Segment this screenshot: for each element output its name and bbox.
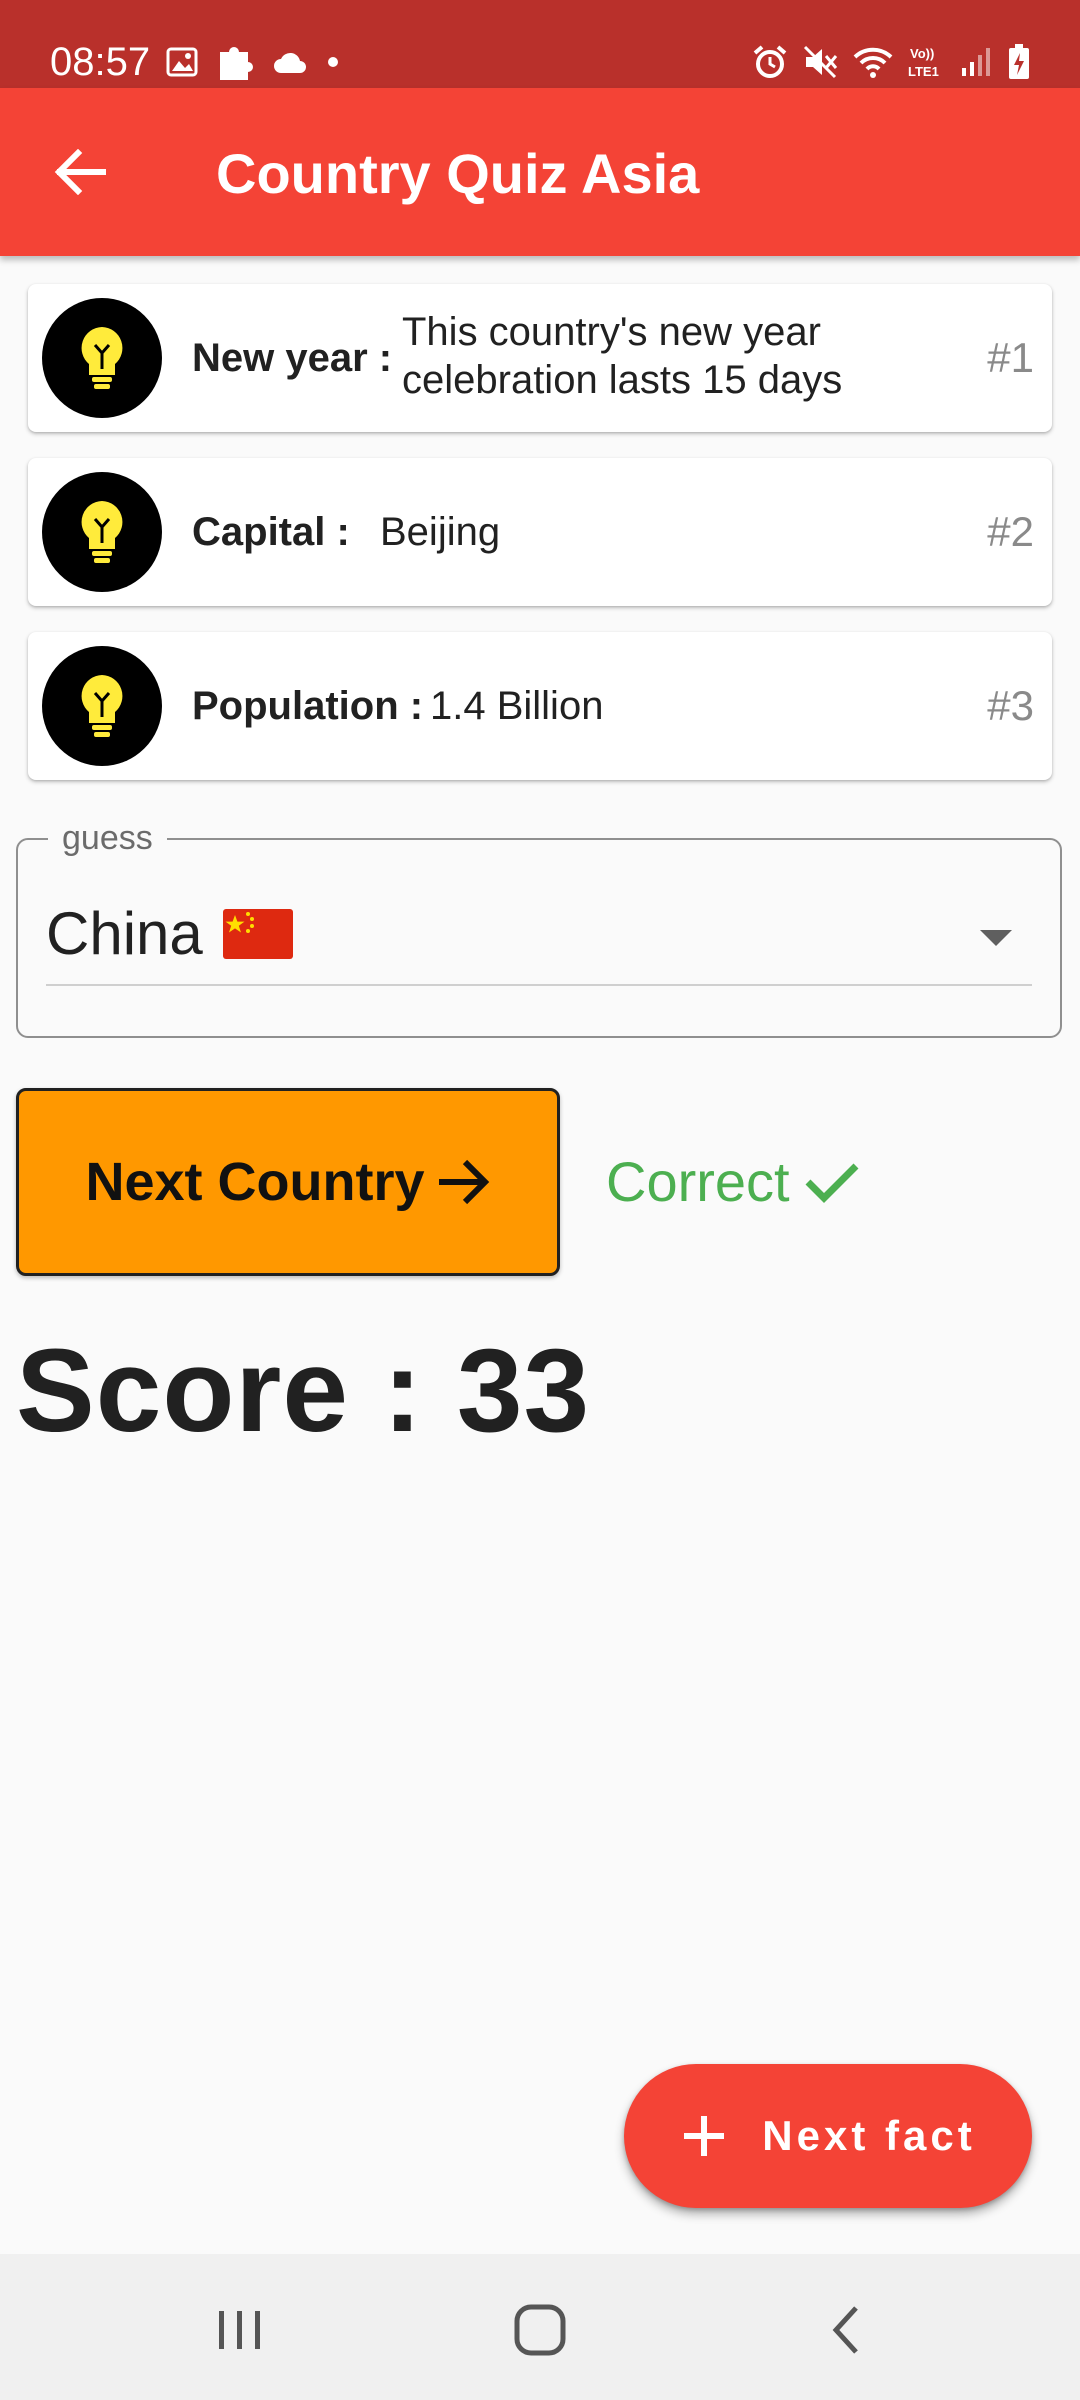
lightbulb-icon [81,675,123,737]
home-button[interactable] [480,2282,600,2378]
svg-text:LTE1: LTE1 [908,64,939,79]
recent-apps-icon [219,2311,260,2349]
fact-card-new-year: New year : This country's new year celeb… [28,284,1052,432]
guess-selected-value: China [46,898,293,970]
wifi-icon [853,47,893,78]
fact-label: Population : [192,684,424,728]
recent-apps-button[interactable] [180,2282,300,2378]
guess-selected-text: China [46,900,203,967]
result-label: Correct [606,1150,790,1213]
system-navigation-bar [0,2254,1080,2400]
home-icon [514,2304,566,2356]
status-right-icons: Vo)) LTE1 [752,42,1030,82]
alarm-icon [753,45,787,78]
back-button[interactable] [40,132,120,212]
arrow-back-icon [54,149,106,195]
next-country-button[interactable]: Next Country [16,1088,560,1276]
result-status: Correct [606,1150,860,1214]
fact-value: This country's new year [402,310,821,354]
guess-dropdown[interactable]: guess China [16,818,1062,1038]
fact-number: #3 [987,682,1034,729]
guess-label: guess [48,818,167,858]
add-icon [684,2116,725,2156]
check-icon [805,1163,859,1203]
fact-number: #2 [987,508,1034,555]
signal-icon [962,48,990,76]
avatar [42,646,162,766]
fact-value: 1.4 Billion [430,684,604,728]
fact-value: Beijing [380,510,501,554]
volte-lte-icon: Vo)) LTE1 [908,46,939,79]
dot-icon [328,57,338,67]
china-flag-icon [222,909,293,959]
divider [46,984,1032,986]
system-back-button[interactable] [786,2282,906,2378]
status-time: 08:57 [50,40,151,84]
puzzle-icon [220,46,253,80]
fact-label: New year : [192,336,393,380]
lightbulb-icon [81,501,123,563]
fact-number: #1 [987,334,1034,381]
cloud-icon [274,52,306,73]
fact-card-capital: Capital : Beijing #2 [28,458,1052,606]
score-text: Score : 33 [16,1325,591,1457]
battery-charging-icon [1009,44,1029,79]
image-icon [166,47,198,77]
dropdown-arrow-icon[interactable] [980,930,1012,946]
chevron-left-icon [832,2306,858,2354]
status-bar: 08:57 Vo)) LTE1 [0,0,1080,88]
status-left-icons [166,42,340,82]
next-fact-label: Next fact [762,2112,976,2159]
fact-label: Capital : [192,510,350,554]
next-country-label: Next Country [85,1152,425,1212]
lightbulb-icon [81,327,123,389]
fact-card-population: Population : 1.4 Billion #3 [28,632,1052,780]
avatar [42,298,162,418]
screen: 08:57 Vo)) LTE1 Country Quiz Asia New ye… [0,0,1080,2400]
arrow-forward-icon [438,1159,489,1205]
mute-icon [803,45,838,79]
app-bar: Country Quiz Asia [0,88,1080,256]
next-fact-button[interactable]: Next fact [624,2064,1032,2208]
page-title: Country Quiz Asia [216,142,700,205]
avatar [42,472,162,592]
svg-text:Vo)): Vo)) [910,46,934,61]
fact-value-line2: celebration lasts 15 days [402,358,843,402]
